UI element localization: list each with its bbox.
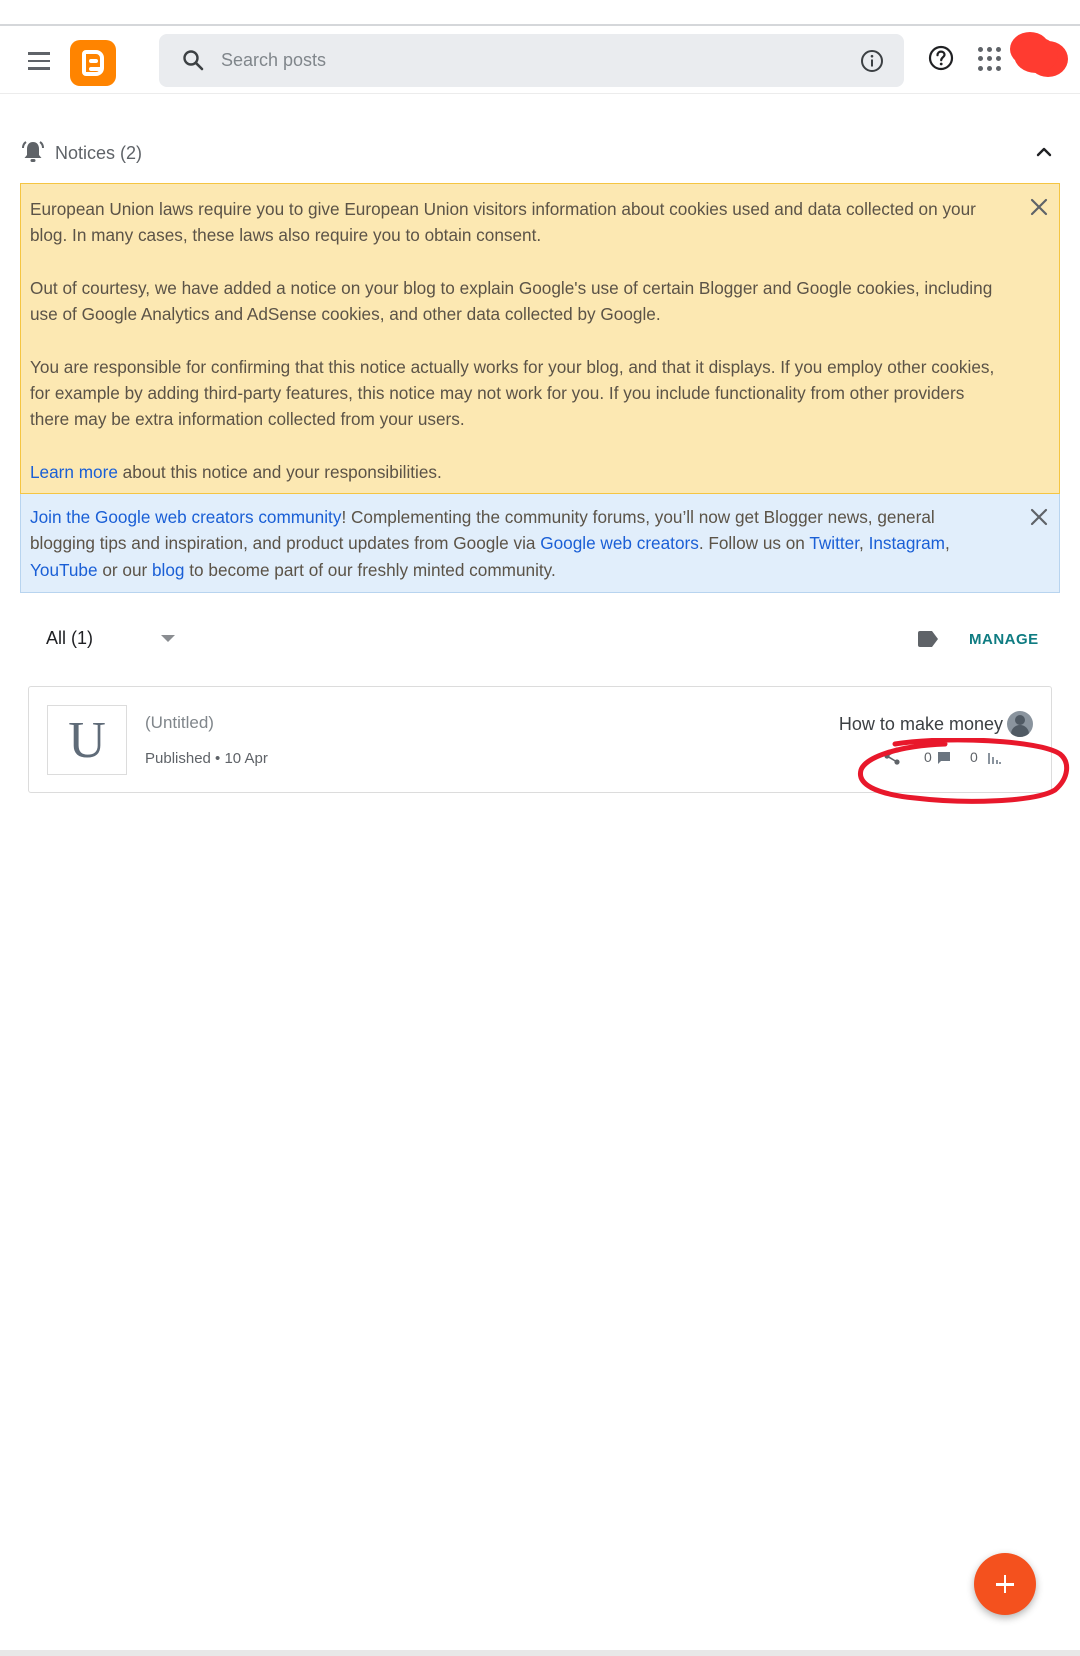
blog-link[interactable]: blog — [152, 560, 185, 580]
post-filter-bar: All (1) MANAGE — [20, 620, 1060, 660]
post-status: Published • 10 Apr — [145, 750, 268, 767]
nav-divider — [0, 1650, 1080, 1656]
avatar[interactable] — [1006, 29, 1070, 81]
instagram-link[interactable]: Instagram — [869, 533, 945, 553]
community-notice-text: Join the Google web creators community! … — [30, 507, 950, 580]
learn-more-link[interactable]: Learn more — [30, 462, 118, 482]
youtube-link[interactable]: YouTube — [30, 560, 98, 580]
app-header — [0, 26, 1080, 94]
annotation-circle — [857, 738, 1070, 804]
add-post-button[interactable] — [974, 1553, 1036, 1615]
menu-icon[interactable] — [24, 46, 54, 76]
search-icon[interactable] — [181, 48, 205, 72]
dropdown-caret-icon[interactable] — [161, 635, 175, 642]
manage-labels-button[interactable]: MANAGE — [969, 631, 1039, 648]
help-icon[interactable] — [927, 44, 955, 72]
post-thumbnail: U — [47, 705, 127, 775]
eu-notice-paragraph: Out of courtesy, we have added a notice … — [30, 277, 993, 325]
google-web-creators-link[interactable]: Google web creators — [540, 533, 699, 553]
join-community-link[interactable]: Join the Google web creators community — [30, 507, 341, 527]
eu-cookie-notice: European Union laws require you to give … — [20, 183, 1060, 494]
author-avatar — [1007, 711, 1033, 737]
blogger-logo[interactable] — [70, 40, 116, 86]
twitter-link[interactable]: Twitter — [809, 533, 859, 553]
search-input[interactable] — [221, 34, 801, 87]
post-filter-dropdown[interactable]: All (1) — [46, 628, 93, 649]
notices-header[interactable]: Notices (2) — [20, 138, 1060, 168]
apps-icon[interactable] — [978, 47, 1002, 71]
eu-notice-learn-more: Learn more about this notice and your re… — [30, 461, 442, 482]
label-icon[interactable] — [916, 630, 940, 648]
post-label[interactable]: How to make money — [839, 714, 1003, 735]
post-title[interactable]: (Untitled) — [145, 713, 214, 733]
eu-notice-paragraph: European Union laws require you to give … — [30, 199, 976, 246]
close-icon[interactable] — [1028, 506, 1050, 528]
notices-label: Notices (2) — [55, 143, 143, 163]
chevron-up-icon[interactable] — [1033, 141, 1055, 163]
bell-icon — [22, 141, 44, 162]
search-bar — [159, 34, 904, 87]
info-icon[interactable] — [859, 48, 885, 74]
community-notice: Join the Google web creators community! … — [20, 494, 1060, 593]
eu-notice-paragraph: You are responsible for confirming that … — [30, 356, 995, 430]
close-icon[interactable] — [1028, 196, 1050, 218]
